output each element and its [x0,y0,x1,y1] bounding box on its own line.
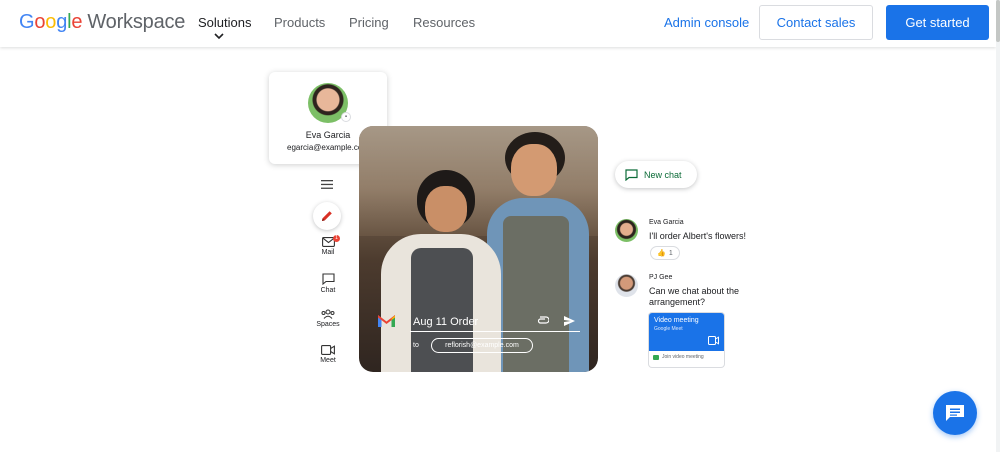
message-sender: PJ Gee [649,274,673,281]
rail-label-spaces: Spaces [316,321,340,328]
rail-item-chat[interactable]: Chat [308,273,348,294]
person-shape [511,144,557,196]
scrollbar-thumb[interactable] [996,0,1000,42]
admin-console-link[interactable]: Admin console [664,15,749,30]
top-nav-bar: Google Workspace Solutions Products Pric… [0,0,996,47]
new-chat-button[interactable]: New chat [615,161,697,188]
person-shape [411,248,473,372]
meet-invite-card[interactable]: Video meeting Google Meet Join video mee… [649,313,724,367]
hero-photo [359,126,598,372]
logo-letter: o [34,11,46,33]
chat-fab-icon [946,405,964,421]
rail-label-meet: Meet [320,357,336,364]
message-sender: Eva Garcia [649,219,684,226]
avatar [615,219,638,242]
person-shape [425,186,467,232]
meet-card-subtitle: Google Meet [654,326,683,332]
nav-resources[interactable]: Resources [413,15,475,30]
meet-card-title: Video meeting [654,317,699,324]
join-meeting-label: Join video meeting [662,354,704,360]
recipient-chip[interactable]: reflorish@example.com [431,338,533,353]
rail-item-meet[interactable]: Meet [308,345,348,364]
nav-solutions[interactable]: Solutions [198,15,251,30]
chat-support-button[interactable] [933,391,977,435]
meet-logo-icon [653,354,659,360]
reaction-chip[interactable]: 👍 1 [650,246,680,260]
compose-subject[interactable]: Aug 11 Order [413,316,478,328]
nav-pricing[interactable]: Pricing [349,15,389,30]
logo-letter: g [56,11,68,33]
message-text: Can we chat about the arrangement? [649,286,740,307]
compose-to-label: to [413,342,419,349]
join-meeting-link[interactable]: Join video meeting [653,354,704,360]
mail-badge: 1 [333,235,340,242]
chat-icon [321,273,335,285]
avatar [615,274,638,297]
send-icon[interactable] [563,315,576,327]
video-icon [708,336,719,345]
menu-icon[interactable] [321,180,333,189]
camera-icon: ▪ [341,112,351,122]
compose-divider [410,331,580,332]
logo-letter: o [45,11,57,33]
rail-item-mail[interactable]: 1 Mail [308,235,348,256]
get-started-button[interactable]: Get started [886,5,989,40]
gmail-logo [378,315,395,327]
logo-letter: e [71,11,83,33]
contact-sales-button[interactable]: Contact sales [759,5,873,40]
reaction-count: 1 [668,249,673,257]
rail-label-mail: Mail [321,249,335,256]
spaces-icon [321,309,335,319]
attach-icon[interactable] [537,316,549,324]
new-chat-icon [625,168,638,181]
pencil-icon [322,211,332,221]
logo-product-name: Workspace [87,11,186,33]
scrollbar-track[interactable] [996,0,1000,452]
google-workspace-logo[interactable]: Google Workspace [19,11,185,34]
logo-letter: G [19,11,35,33]
chevron-down-icon[interactable] [214,32,224,40]
new-chat-label: New chat [644,169,682,180]
nav-products[interactable]: Products [274,15,325,30]
page: Google Workspace Solutions Products Pric… [0,0,1000,452]
rail-label-chat: Chat [320,287,336,294]
compose-button[interactable] [313,202,341,230]
meet-icon [321,345,335,355]
rail-item-spaces[interactable]: Spaces [308,309,348,328]
message-text: I'll order Albert's flowers! [649,231,746,241]
thumbs-up-icon: 👍 [657,250,666,257]
